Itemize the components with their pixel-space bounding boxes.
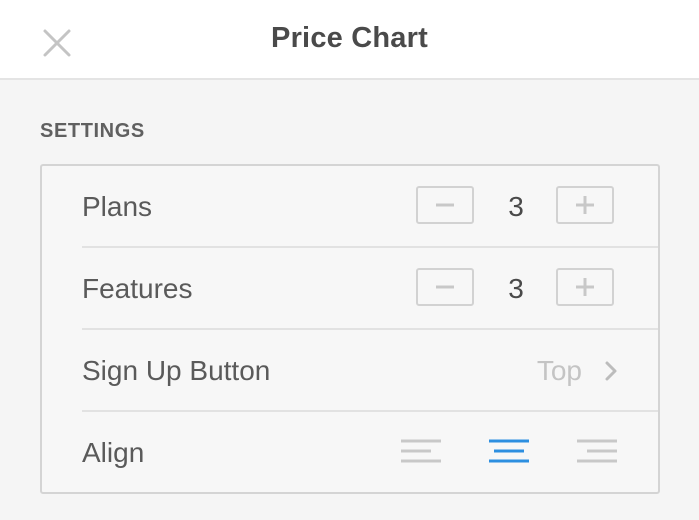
plans-row: Plans 3: [82, 166, 658, 248]
align-row: Align: [82, 412, 658, 494]
plans-decrement-button[interactable]: [416, 186, 474, 224]
features-row: Features 3: [82, 248, 658, 330]
features-decrement-button[interactable]: [416, 268, 474, 306]
align-right-icon[interactable]: [576, 436, 618, 470]
align-center-icon[interactable]: [488, 436, 530, 470]
plans-label: Plans: [82, 191, 153, 222]
minus-icon: [436, 203, 454, 207]
minus-icon: [436, 285, 454, 289]
settings-card: Plans 3 Features 3 Sign Up Button Top Al…: [40, 164, 660, 494]
plus-icon: [576, 196, 594, 214]
features-value: 3: [508, 273, 524, 304]
align-label: Align: [82, 437, 145, 468]
features-increment-button[interactable]: [556, 268, 614, 306]
header-bar: Price Chart: [0, 0, 699, 80]
align-left-icon[interactable]: [400, 436, 442, 470]
features-label: Features: [82, 273, 193, 304]
plans-value: 3: [508, 191, 524, 222]
plus-icon: [576, 278, 594, 296]
chevron-right-icon: [605, 361, 617, 381]
signup-button-label: Sign Up Button: [82, 355, 271, 386]
signup-button-position-value: Top: [536, 355, 582, 386]
page-title: Price Chart: [271, 22, 428, 54]
signup-button-row[interactable]: Sign Up Button Top: [82, 330, 658, 412]
settings-section-label: SETTINGS: [40, 120, 145, 142]
plans-increment-button[interactable]: [556, 186, 614, 224]
